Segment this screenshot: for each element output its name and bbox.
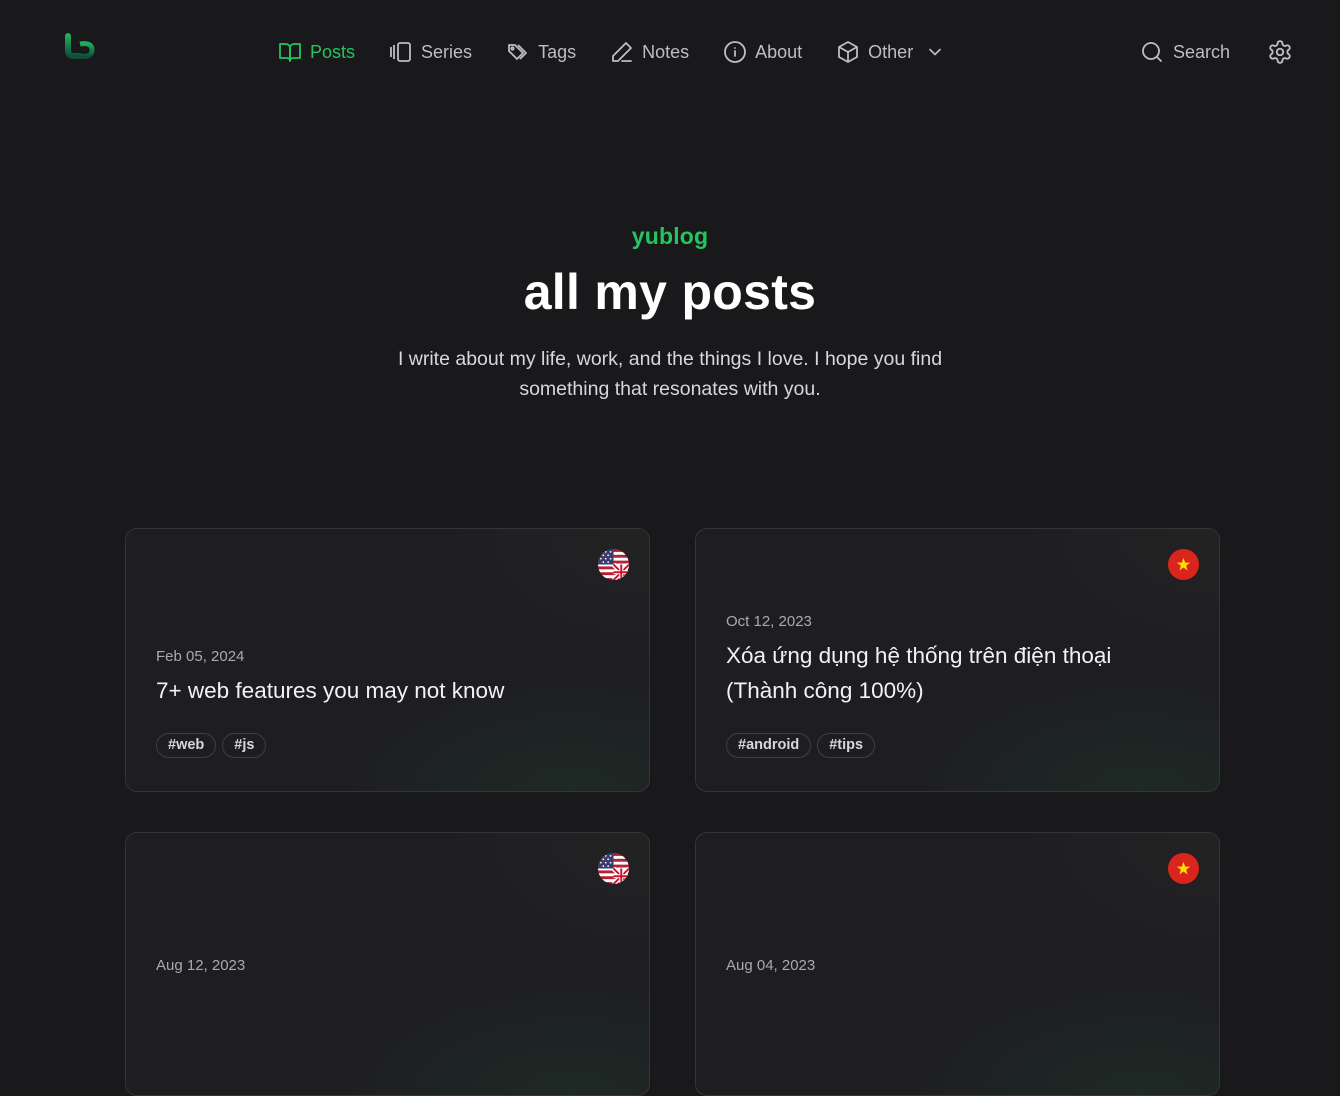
post-date: Oct 12, 2023 xyxy=(726,613,812,630)
post-title[interactable]: Xóa ứng dụng hệ thống trên điện thoại (T… xyxy=(726,638,1179,708)
us-uk-flag-icon xyxy=(598,549,629,580)
site-logo[interactable] xyxy=(62,30,98,74)
package-icon xyxy=(838,41,859,63)
nav-other[interactable]: Other xyxy=(836,33,945,71)
tag-chip[interactable]: #android xyxy=(726,733,812,758)
post-tags: #android #tips xyxy=(726,733,1179,758)
nav-tags-label: Tags xyxy=(538,41,577,62)
site-header: Posts Series Tags Notes About Other Sear… xyxy=(0,0,1340,104)
post-card-body: Aug 12, 2023 xyxy=(156,957,609,982)
nav-posts-label: Posts xyxy=(310,41,356,62)
nav-about[interactable]: About xyxy=(723,33,802,71)
settings-button[interactable] xyxy=(1267,39,1293,65)
vietnam-flag-icon xyxy=(1168,853,1199,884)
post-card[interactable]: Aug 04, 2023 xyxy=(695,832,1220,1096)
post-card[interactable]: Aug 12, 2023 xyxy=(125,832,650,1096)
search-button[interactable]: Search xyxy=(1140,33,1230,71)
tag-chip[interactable]: #tips xyxy=(817,733,876,758)
post-card[interactable]: Oct 12, 2023 Xóa ứng dụng hệ thống trên … xyxy=(695,528,1220,792)
chevron-down-icon xyxy=(929,48,942,56)
post-tags: #web #js xyxy=(156,733,609,758)
page-title: all my posts xyxy=(523,264,817,320)
nav-posts[interactable]: Posts xyxy=(278,33,355,71)
tags-icon xyxy=(508,44,527,60)
nav-about-label: About xyxy=(755,41,803,62)
nav-notes-label: Notes xyxy=(642,41,690,62)
post-date: Aug 04, 2023 xyxy=(726,957,816,974)
pencil-icon xyxy=(612,42,632,62)
vietnam-flag-icon xyxy=(1168,549,1199,580)
search-label: Search xyxy=(1173,41,1231,62)
post-date: Feb 05, 2024 xyxy=(156,648,245,665)
nav-tags[interactable]: Tags xyxy=(506,33,576,71)
tag-chip[interactable]: #web xyxy=(156,733,217,758)
book-open-icon xyxy=(279,43,301,62)
post-title[interactable]: 7+ web features you may not know xyxy=(156,673,609,708)
page-subtitle: I write about my life, work, and the thi… xyxy=(397,348,943,400)
search-icon xyxy=(1142,42,1162,62)
post-card-body: Aug 04, 2023 xyxy=(726,957,1179,982)
us-uk-flag-icon xyxy=(598,853,629,884)
post-card-body: Oct 12, 2023 Xóa ứng dụng hệ thống trên … xyxy=(726,613,1179,758)
post-date: Aug 12, 2023 xyxy=(156,957,246,974)
nav-series-label: Series xyxy=(421,41,473,62)
info-icon xyxy=(724,41,747,63)
post-card[interactable]: Feb 05, 2024 7+ web features you may not… xyxy=(125,528,650,792)
nav-notes[interactable]: Notes xyxy=(610,33,689,71)
hero-kicker: yublog xyxy=(631,223,709,249)
gear-icon xyxy=(1269,40,1291,64)
tag-chip[interactable]: #js xyxy=(222,733,267,758)
post-card-body: Feb 05, 2024 7+ web features you may not… xyxy=(156,648,609,758)
carousel-icon xyxy=(390,42,411,62)
nav-series[interactable]: Series xyxy=(389,33,472,71)
logo-icon xyxy=(65,31,95,71)
hero-section: yublog all my posts I write about my lif… xyxy=(0,214,1340,404)
main-nav: Posts Series Tags Notes About Other xyxy=(278,33,979,71)
nav-other-label: Other xyxy=(868,41,914,62)
